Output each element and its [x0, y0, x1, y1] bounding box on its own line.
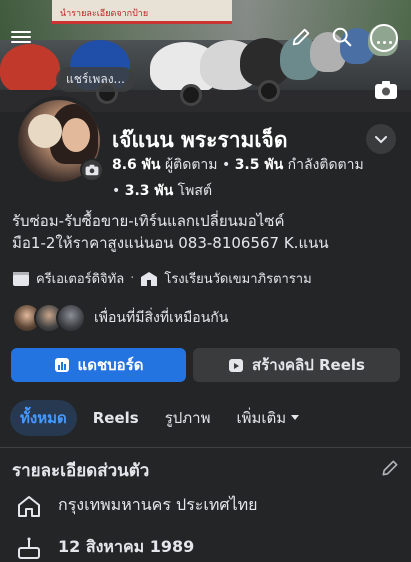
location-text: กรุงเทพมหานคร ประเทศไทย [58, 495, 258, 514]
avatar[interactable] [14, 96, 104, 186]
profile-name: เจ๊แนน พระรามเจ็ด [112, 128, 288, 152]
shop-sign: นำรายละเอียดจากป้าย [52, 0, 232, 24]
wheel [180, 84, 202, 106]
friend-avatar [56, 303, 86, 333]
dashboard-icon [54, 358, 69, 372]
home-icon [18, 495, 40, 517]
create-reels-label: สร้างคลิป Reels [252, 356, 365, 374]
category-text: ครีเอเตอร์ดิจิทัล [36, 272, 125, 287]
profile-bio: รับซ่อม-รับซื้อขาย-เทิร์นแลกเปลี่ยนมอไซค… [12, 210, 404, 254]
cake-icon [18, 537, 40, 559]
pencil-icon[interactable] [380, 458, 400, 478]
music-pill[interactable]: แชร์เพลง... [56, 67, 135, 92]
dashboard-label: แดชบอร์ด [77, 356, 144, 374]
following-label[interactable]: กำลังติดตาม [288, 157, 364, 173]
caret-down-icon [291, 415, 300, 420]
detail-location: กรุงเทพมหานคร ประเทศไทย [16, 493, 258, 518]
create-reels-button[interactable]: สร้างคลิป Reels [193, 348, 400, 382]
mutual-friends-row[interactable]: เพื่อนที่มีสิ่งที่เหมือนกัน [12, 302, 228, 334]
section-title: รายละเอียดส่วนตัว [12, 461, 150, 481]
birthday-text: 12 สิงหาคม 1989 [58, 537, 195, 556]
profile-stats-posts: • 3.3 พัน โพสต์ [112, 183, 213, 199]
search-icon[interactable] [329, 24, 355, 50]
following-count[interactable]: 3.5 พัน [235, 157, 283, 173]
clapperboard-icon [13, 271, 29, 286]
detail-birthday: 12 สิงหาคม 1989 [16, 535, 194, 560]
tab-more[interactable]: เพิ่มเติม [226, 400, 310, 436]
mutual-friends-text[interactable]: เพื่อนที่มีสิ่งที่เหมือนกัน [94, 307, 228, 329]
avatar-camera-icon[interactable] [80, 158, 104, 182]
pencil-icon[interactable] [288, 24, 314, 50]
tab-reels[interactable]: Reels [83, 403, 149, 433]
tab-all[interactable]: ทั้งหมด [10, 400, 77, 436]
profile-info-line: ครีเอเตอร์ดิจิทัล · โรงเรียนวัดเขมาภิรตา… [12, 268, 312, 289]
camera-icon[interactable] [370, 78, 402, 102]
tab-photos[interactable]: รูปภาพ [155, 400, 221, 436]
dashboard-button[interactable]: แดชบอร์ด [11, 348, 186, 382]
wheel [258, 80, 280, 102]
profile-stats: 8.6 พัน ผู้ติดตาม • 3.5 พัน กำลังติดตาม [112, 157, 364, 173]
followers-count[interactable]: 8.6 พัน [112, 157, 160, 173]
bio-line: มือ1-2ให้ราคาสูงแน่นอน 083-8106567 K.แนน [12, 234, 329, 252]
divider [0, 447, 411, 448]
chevron-down-icon[interactable] [366, 124, 396, 154]
posts-count: 3.3 พัน [124, 183, 174, 199]
more-icon[interactable] [370, 24, 398, 52]
reels-icon [229, 359, 244, 372]
followers-label[interactable]: ผู้ติดตาม [165, 157, 218, 173]
profile-tabs: ทั้งหมด Reels รูปภาพ เพิ่มเติม [10, 400, 310, 436]
school-text[interactable]: โรงเรียนวัดเขมาภิรตาราม [164, 268, 311, 289]
motorcycle [0, 44, 60, 94]
school-icon [141, 271, 158, 286]
menu-icon[interactable] [8, 24, 34, 50]
tab-more-label: เพิ่มเติม [236, 409, 287, 427]
posts-label: โพสต์ [177, 183, 213, 199]
bio-line: รับซ่อม-รับซื้อขาย-เทิร์นแลกเปลี่ยนมอไซค… [12, 212, 285, 230]
